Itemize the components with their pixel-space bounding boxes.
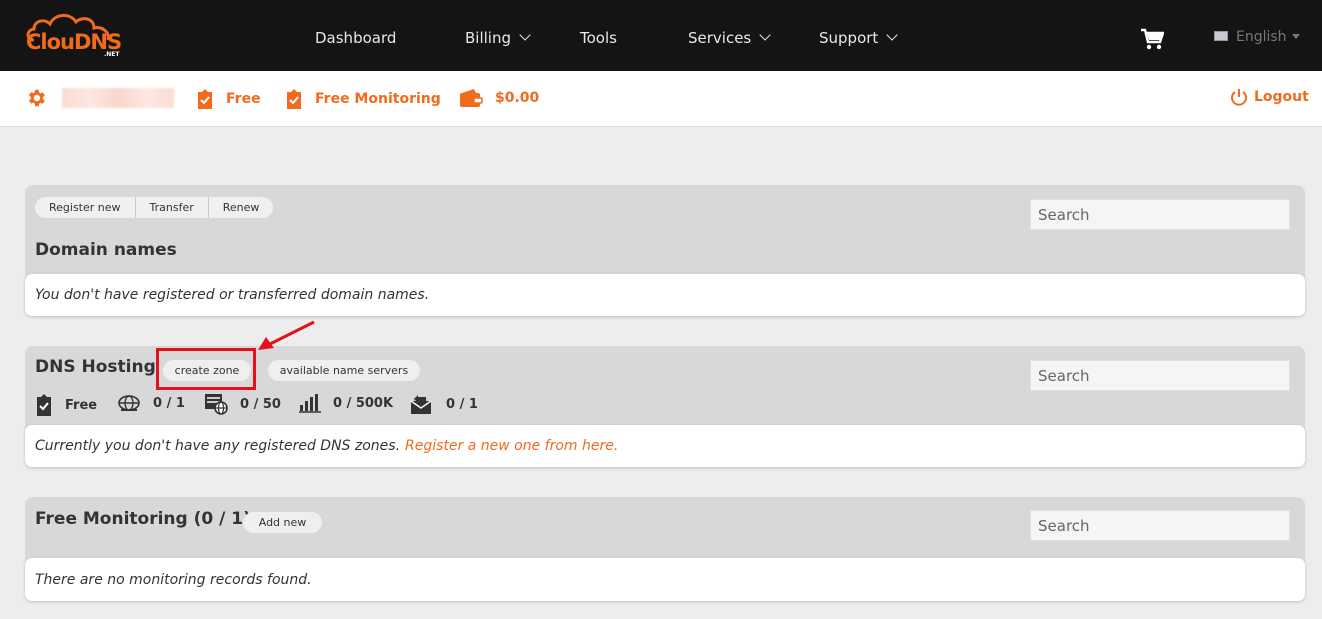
transfer-button[interactable]: Transfer: [136, 197, 209, 218]
badge-check-icon: [287, 89, 301, 109]
domain-search-input[interactable]: Search: [1030, 199, 1290, 230]
top-navbar: ClouDNS .NET Dashboard Billing Tools Ser…: [0, 0, 1322, 71]
name-servers-button[interactable]: available name servers: [268, 360, 420, 381]
dns-mail-value: 0 / 1: [446, 396, 478, 412]
nav-tools-label: Tools: [580, 29, 617, 47]
domain-names-empty: You don't have registered or transferred…: [25, 274, 1305, 316]
renew-button[interactable]: Renew: [209, 197, 274, 218]
dns-queries-value: 0 / 500K: [333, 395, 394, 411]
globe-icon: [118, 395, 140, 411]
dns-plan-stat: Free: [35, 393, 97, 417]
nav-support-label: Support: [819, 29, 879, 47]
nav-billing-label: Billing: [465, 29, 511, 47]
badge-check-icon: [37, 394, 51, 416]
language-selector[interactable]: English: [1214, 29, 1300, 45]
nav-services-label: Services: [688, 29, 752, 47]
balance-link[interactable]: $0.00: [459, 88, 539, 108]
free-monitoring-title: Free Monitoring (0 / 1): [35, 509, 251, 529]
free-monitoring-panel: Free Monitoring (0 / 1) Add new Search T…: [25, 497, 1305, 601]
monitoring-empty: There are no monitoring records found.: [25, 558, 1305, 601]
dns-records-value: 0 / 50: [240, 396, 281, 412]
dns-search-input[interactable]: Search: [1030, 360, 1290, 391]
dns-zones-stat: 0 / 1: [117, 393, 185, 413]
domain-names-panel: Register new Transfer Renew Search Domai…: [25, 185, 1305, 316]
domain-names-title: Domain names: [35, 240, 177, 260]
dns-hosting-title: DNS Hosting: [35, 357, 156, 377]
domain-empty-text: You don't have registered or transferred…: [35, 287, 430, 303]
chevron-down-icon: [886, 29, 898, 41]
nav-dashboard[interactable]: Dashboard: [315, 29, 396, 47]
red-arrow-icon: [258, 320, 315, 350]
bar-chart-icon: [299, 394, 321, 413]
monitoring-search-input[interactable]: Search: [1030, 510, 1290, 541]
monitoring-label: Free Monitoring: [315, 91, 441, 107]
monitoring-empty-text: There are no monitoring records found.: [35, 571, 312, 588]
account-bar: Free Free Monitoring $0.00 Logout: [0, 71, 1322, 127]
create-zone-highlight: [156, 348, 256, 390]
dns-records-stat: 0 / 50: [204, 393, 281, 415]
language-label: English: [1236, 29, 1287, 45]
monitoring-link[interactable]: Free Monitoring: [285, 88, 441, 110]
wallet-icon: [460, 89, 483, 107]
nav-support[interactable]: Support: [819, 29, 898, 47]
nav-tools[interactable]: Tools: [580, 29, 617, 47]
chevron-down-icon: [759, 29, 771, 41]
nav-dashboard-label: Dashboard: [315, 29, 397, 47]
plan-label: Free: [226, 91, 261, 107]
power-icon: [1231, 89, 1247, 106]
nav-services[interactable]: Services: [688, 29, 771, 47]
records-icon: [205, 394, 228, 415]
chevron-down-icon: [519, 29, 531, 41]
logo-suffix: .NET: [104, 51, 120, 58]
uk-flag-icon: [1214, 31, 1228, 41]
register-zone-link[interactable]: Register a new one from here.: [405, 438, 618, 454]
dns-plan-label: Free: [65, 397, 98, 413]
dns-zones-empty: Currently you don't have any registered …: [25, 425, 1305, 467]
gear-icon[interactable]: [25, 87, 47, 109]
mail-forward-icon: [410, 395, 432, 414]
logout-button[interactable]: Logout: [1230, 88, 1309, 106]
dns-mail-stat: 0 / 1: [410, 393, 478, 415]
cart-icon[interactable]: [1140, 28, 1164, 50]
dns-zones-value: 0 / 1: [153, 395, 185, 411]
badge-check-icon: [198, 89, 212, 109]
add-monitoring-button[interactable]: Add new: [243, 512, 322, 533]
cloudns-logo[interactable]: ClouDNS .NET: [24, 12, 124, 60]
logout-label: Logout: [1254, 89, 1309, 105]
balance-label: $0.00: [495, 90, 540, 106]
username: [62, 88, 174, 108]
nav-billing[interactable]: Billing: [465, 29, 531, 47]
dns-queries-stat: 0 / 500K: [299, 393, 393, 413]
domain-actions: Register new Transfer Renew: [35, 197, 274, 218]
dns-empty-text: Currently you don't have any registered …: [35, 438, 401, 454]
plan-link[interactable]: Free: [196, 88, 261, 110]
register-new-button[interactable]: Register new: [35, 197, 136, 218]
caret-down-icon: [1291, 34, 1300, 39]
